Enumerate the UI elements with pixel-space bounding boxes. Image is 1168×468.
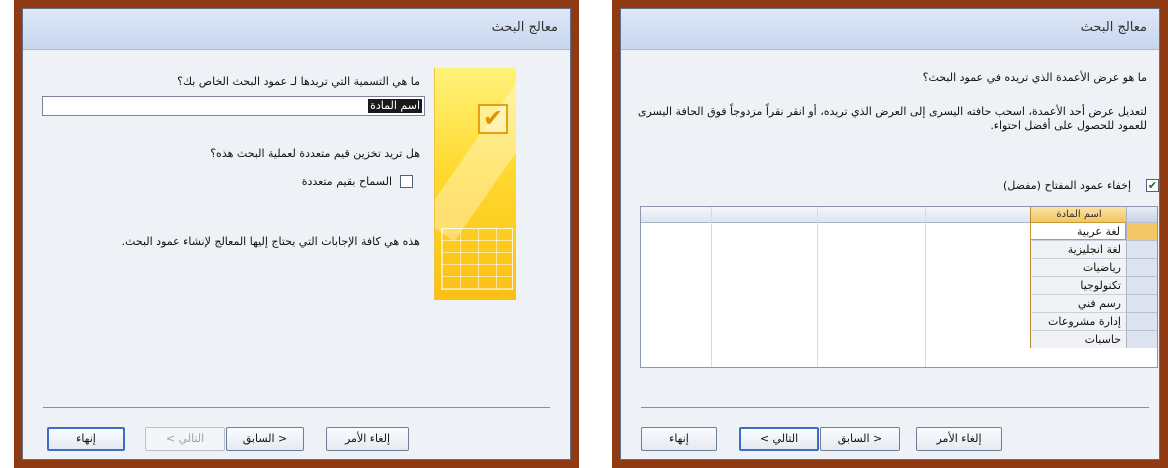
wizard-graphic: ✔: [434, 68, 516, 300]
finish-button[interactable]: إنهاء: [47, 427, 125, 451]
lookup-wizard-dialog-left: معالج البحث ✔ ما هي التسمية التي تريدها …: [22, 8, 571, 460]
row-selector[interactable]: [1126, 312, 1157, 330]
row-selector[interactable]: [1126, 294, 1157, 312]
grid-cell[interactable]: رياضيات: [1030, 258, 1126, 276]
footer-separator: [43, 407, 550, 408]
grid-header-row: [641, 207, 1030, 223]
grid-cell[interactable]: لغة انجليزية: [1030, 240, 1126, 258]
lookup-label-input[interactable]: اسم المادة: [42, 96, 425, 116]
hide-key-column-label[interactable]: إخفاء عمود المفتاح (مفضل): [931, 179, 1131, 192]
grid-col-divider: [925, 207, 926, 367]
footer-separator: [641, 407, 1149, 408]
grid-cell[interactable]: رسم فني: [1030, 294, 1126, 312]
row-selector[interactable]: [1126, 240, 1157, 258]
hide-key-column-checkbox[interactable]: ✔: [1146, 179, 1159, 192]
grid-select-all[interactable]: [1126, 207, 1157, 222]
allow-multiple-label[interactable]: السماح بقيم متعددة: [192, 175, 392, 188]
grid-cell[interactable]: لغة عربية: [1030, 222, 1126, 240]
instructions-text: لتعديل عرض أحد الأعمدة، اسحب حافته اليسر…: [637, 105, 1147, 132]
grid-cell[interactable]: تكنولوجيا: [1030, 276, 1126, 294]
grid-col-divider: [817, 207, 818, 367]
grid-column-header[interactable]: اسم المادة: [1030, 207, 1127, 222]
info-text: هذه هي كافة الإجابات التي يحتاج إليها ال…: [121, 235, 420, 248]
cancel-button[interactable]: إلغاء الأمر: [916, 427, 1002, 451]
left-window-frame: معالج البحث ✔ ما هي التسمية التي تريدها …: [14, 0, 579, 468]
window-title: معالج البحث: [491, 20, 558, 35]
cancel-button[interactable]: إلغاء الأمر: [326, 427, 409, 451]
label-question: ما هي التسمية التي تريدها لـ عمود البحث …: [177, 75, 420, 88]
column-preview-grid[interactable]: اسم المادة لغة عربية لغة انجليزية رياضيا…: [640, 206, 1158, 368]
row-selector[interactable]: [1126, 258, 1157, 276]
column-width-question: ما هو عرض الأعمدة الذي تريده في عمود الب…: [922, 71, 1147, 84]
row-selector[interactable]: [1126, 276, 1157, 294]
next-button[interactable]: التالي >: [739, 427, 819, 451]
checkmark-icon: ✔: [478, 104, 508, 134]
back-button[interactable]: < السابق: [226, 427, 304, 451]
allow-multiple-checkbox[interactable]: [400, 175, 413, 188]
grid-col-divider: [711, 207, 712, 367]
lookup-wizard-dialog-right: معالج البحث ما هو عرض الأعمدة الذي تريده…: [620, 8, 1160, 460]
finish-button[interactable]: إنهاء: [641, 427, 717, 451]
next-button[interactable]: التالي >: [145, 427, 225, 451]
back-button[interactable]: < السابق: [820, 427, 900, 451]
right-window-frame: معالج البحث ما هو عرض الأعمدة الذي تريده…: [612, 0, 1168, 468]
window-title: معالج البحث: [1080, 20, 1147, 35]
title-bar: معالج البحث: [23, 9, 570, 50]
grid-cell[interactable]: إدارة مشروعات: [1030, 312, 1126, 330]
multiple-values-question: هل تريد تخزين قيم متعددة لعملية البحث هذ…: [210, 147, 420, 160]
row-selector[interactable]: [1126, 222, 1157, 240]
graphic-shine: [435, 68, 516, 242]
lookup-label-value: اسم المادة: [368, 99, 422, 113]
title-bar: معالج البحث: [621, 9, 1159, 50]
grid-cell[interactable]: حاسبات: [1030, 330, 1126, 348]
row-selector[interactable]: [1126, 330, 1157, 348]
table-grid-icon: [441, 228, 513, 290]
